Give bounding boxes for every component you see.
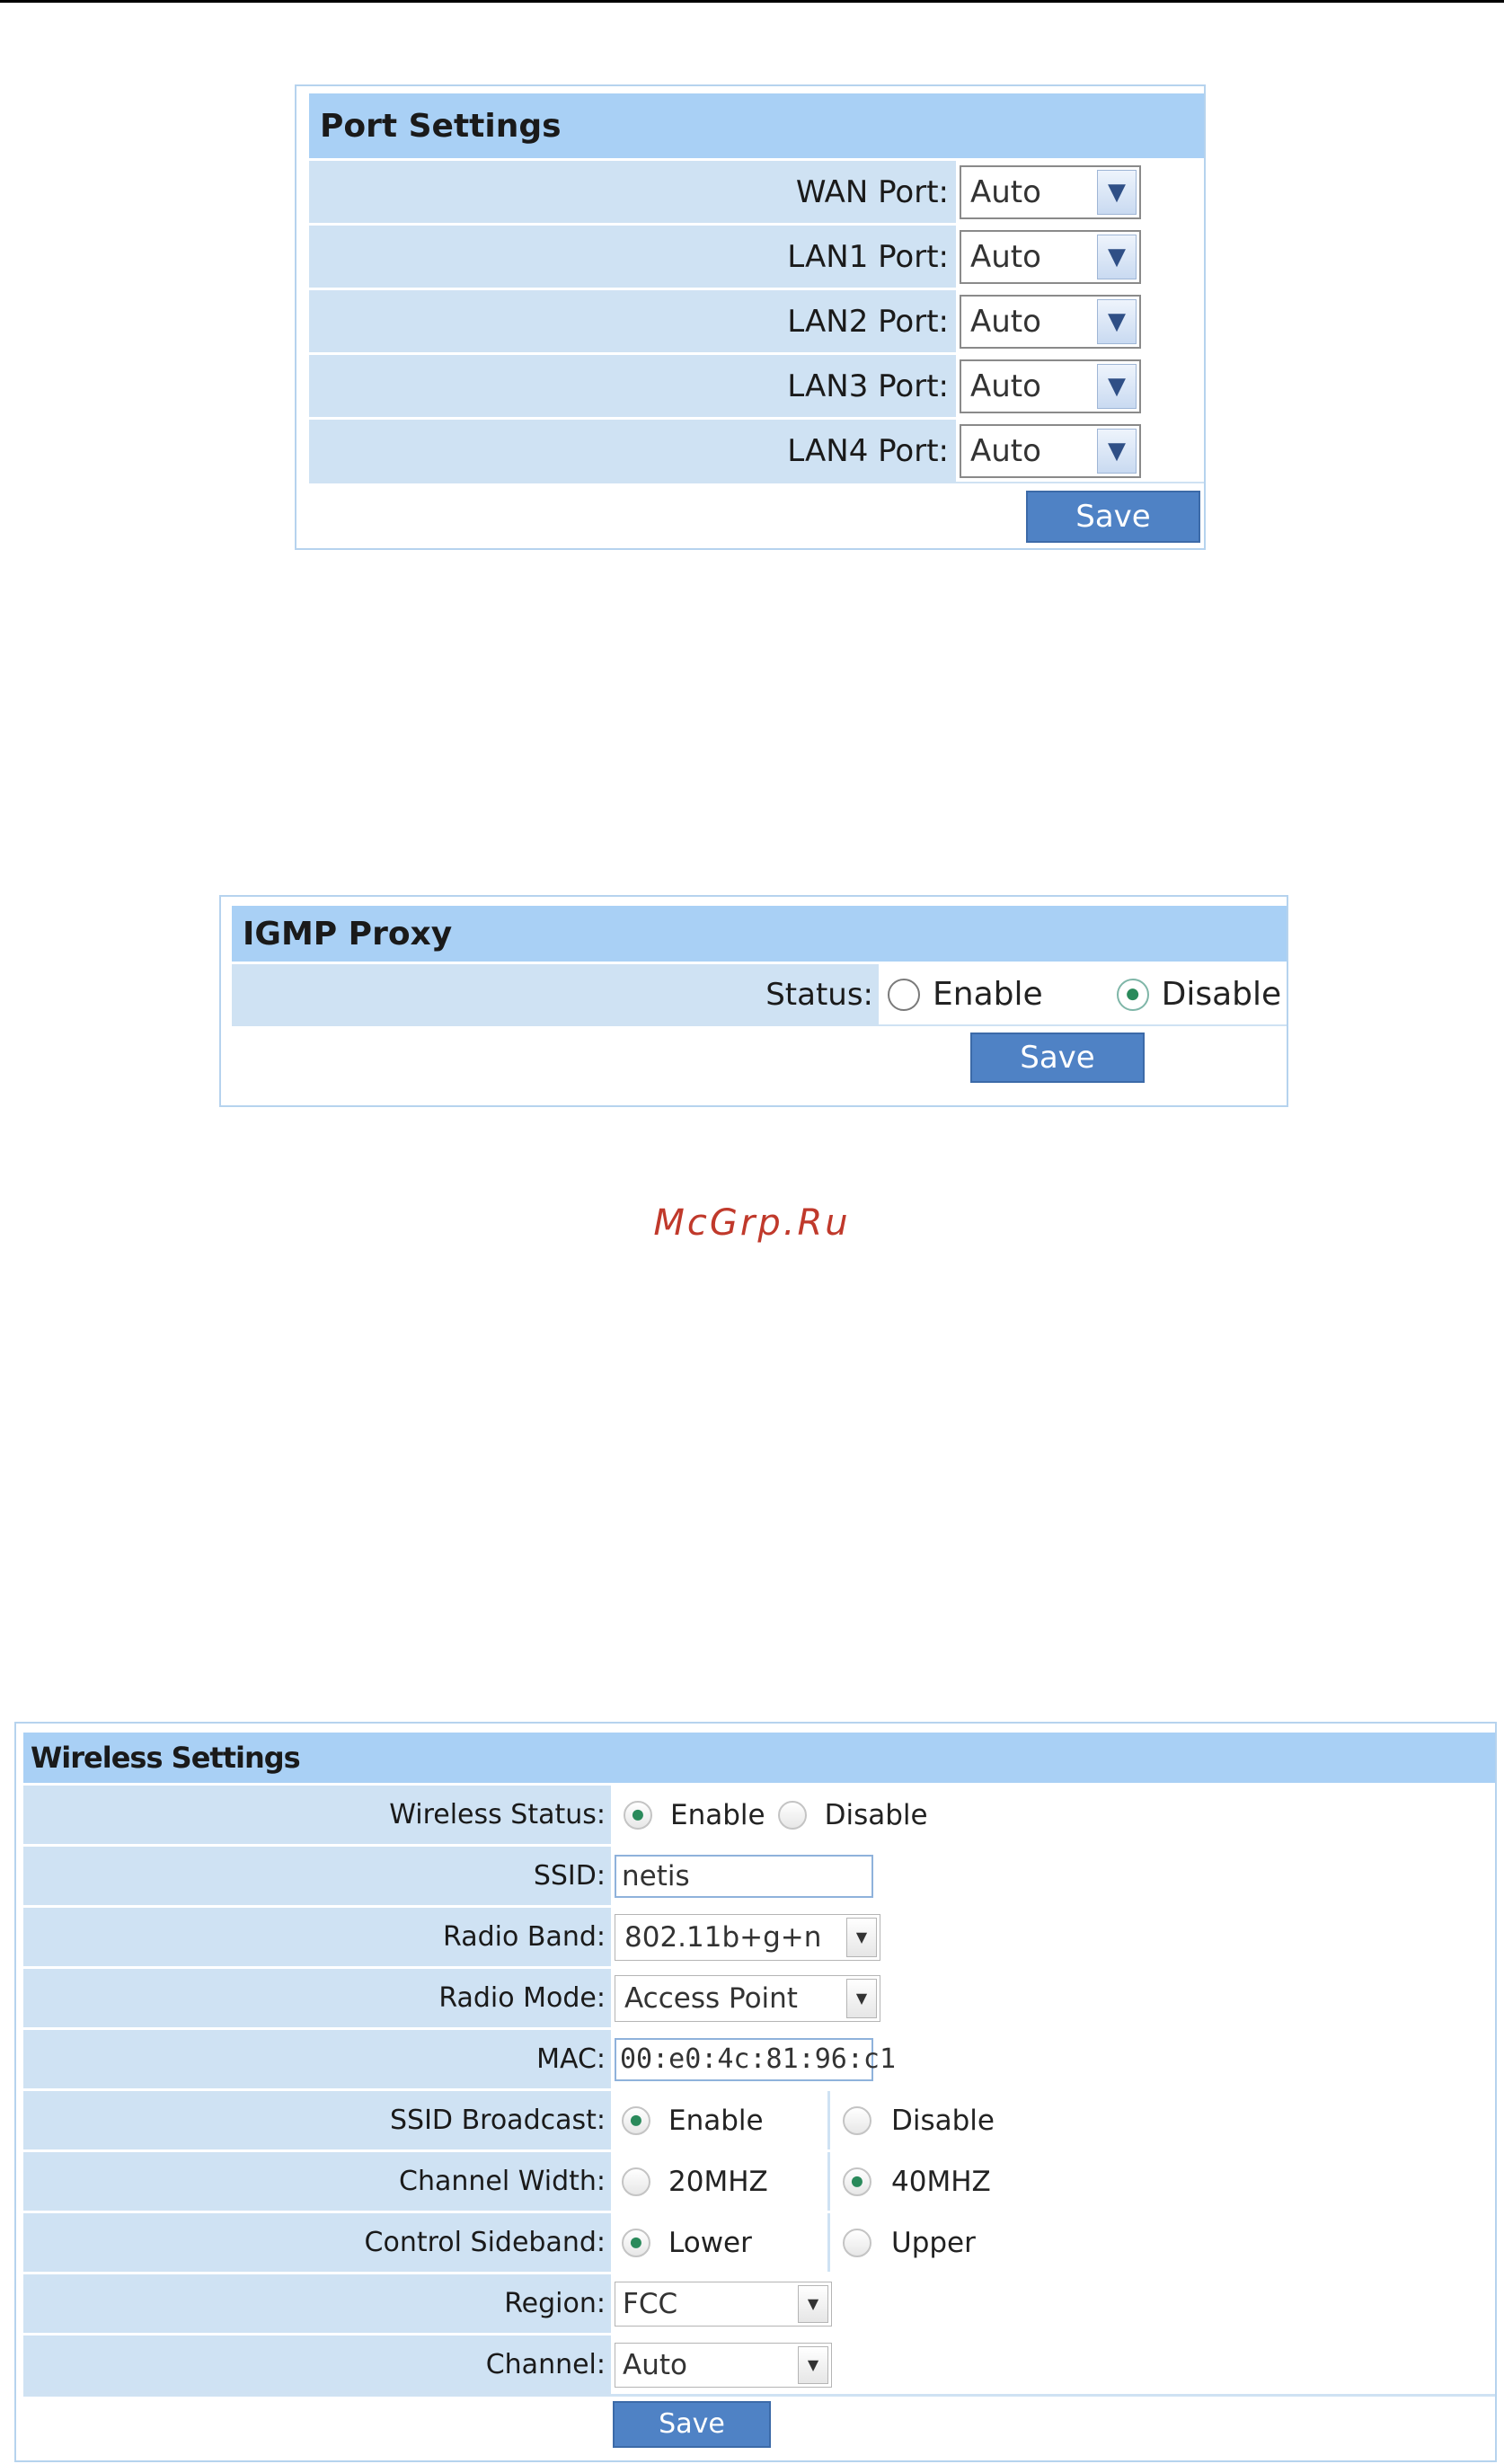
ssid-broadcast-row: SSID Broadcast: Enable Disable	[23, 2088, 1495, 2149]
channel-label: Channel:	[23, 2335, 611, 2394]
port-row-label: WAN Port:	[309, 161, 956, 223]
wireless-disable-radio[interactable]	[777, 1800, 807, 1830]
control-sideband-row: Control Sideband: Lower Upper	[23, 2211, 1495, 2272]
radio-mode-select[interactable]: Access Point ▼	[615, 1974, 880, 2022]
port-save-row: Save	[309, 482, 1204, 550]
chevron-down-icon[interactable]: ▼	[846, 1978, 877, 2018]
wireless-settings-panel: Wireless Settings Wireless Status: Enabl…	[14, 1722, 1497, 2462]
top-rule	[0, 0, 1504, 3]
igmp-status-label: Status:	[232, 964, 879, 1024]
port-settings-title: Port Settings	[309, 93, 1204, 158]
channel-row: Channel: Auto ▼	[23, 2333, 1495, 2394]
watermark-text: McGrp.Ru	[653, 1202, 851, 1244]
igmp-status-row: Status: Enable Disable	[232, 962, 1287, 1024]
igmp-disable-radio[interactable]	[1116, 978, 1149, 1011]
channel-width-40-radio[interactable]	[843, 2167, 871, 2196]
mac-label: MAC:	[23, 2030, 611, 2088]
chevron-down-icon[interactable]: ▼	[1097, 298, 1137, 344]
port-save-button[interactable]: Save	[1026, 491, 1200, 543]
igmp-save-row: Save	[232, 1024, 1287, 1089]
radio-mode-row: Radio Mode: Access Point ▼	[23, 1966, 1495, 2027]
channel-select[interactable]: Auto ▼	[615, 2342, 832, 2388]
channel-width-label: Channel Width:	[23, 2152, 611, 2211]
port-row-lan3: LAN3 Port: Auto ▼	[309, 352, 1204, 417]
wireless-save-row: Save	[23, 2394, 1495, 2451]
port-row-lan2: LAN2 Port: Auto ▼	[309, 288, 1204, 352]
wireless-enable-radio[interactable]	[624, 1800, 652, 1830]
wireless-save-button[interactable]: Save	[613, 2400, 771, 2448]
port-settings-panel: Port Settings WAN Port: Auto ▼ LAN1 Port…	[295, 84, 1206, 550]
channel-width-20-radio[interactable]	[622, 2167, 650, 2196]
port-row-label: LAN3 Port:	[309, 355, 956, 417]
ssid-input[interactable]: netis	[615, 1854, 873, 1898]
igmp-proxy-panel: IGMP Proxy Status: Enable Disable Save	[219, 895, 1288, 1107]
igmp-proxy-title: IGMP Proxy	[232, 906, 1287, 962]
igmp-disable-label: Disable	[1161, 976, 1282, 1013]
mac-input[interactable]: 00:e0:4c:81:96:c1	[615, 2037, 896, 2081]
control-sideband-label: Control Sideband:	[23, 2213, 611, 2272]
chevron-down-icon[interactable]: ▼	[1097, 234, 1137, 279]
lan2-port-select[interactable]: Auto ▼	[960, 294, 1141, 349]
chevron-down-icon[interactable]: ▼	[1097, 428, 1137, 474]
lan1-port-select[interactable]: Auto ▼	[960, 229, 1141, 284]
wan-port-select[interactable]: Auto ▼	[960, 164, 1141, 219]
igmp-save-button[interactable]: Save	[970, 1033, 1145, 1083]
port-settings-title-text: Port Settings	[320, 107, 562, 145]
sideband-lower-radio[interactable]	[622, 2228, 650, 2257]
region-label: Region:	[23, 2274, 611, 2333]
port-row-label: LAN1 Port:	[309, 226, 956, 288]
chevron-down-icon[interactable]: ▼	[1097, 363, 1137, 409]
port-row-label: LAN4 Port:	[309, 420, 956, 482]
lan4-port-select[interactable]: Auto ▼	[960, 423, 1141, 478]
wireless-settings-title: Wireless Settings	[23, 1733, 1495, 1783]
port-row-wan: WAN Port: Auto ▼	[309, 158, 1204, 223]
radio-band-select[interactable]: 802.11b+g+n ▼	[615, 1913, 880, 1961]
sideband-upper-radio[interactable]	[843, 2228, 871, 2257]
wireless-status-row: Wireless Status: Enable Disable	[23, 1783, 1495, 1844]
wireless-status-label: Wireless Status:	[23, 1786, 611, 1844]
ssid-row: SSID: netis	[23, 1844, 1495, 1905]
region-select[interactable]: FCC ▼	[615, 2281, 832, 2327]
port-row-lan4: LAN4 Port: Auto ▼	[309, 417, 1204, 482]
igmp-enable-label: Enable	[933, 976, 1043, 1013]
ssid-broadcast-disable-radio[interactable]	[843, 2105, 871, 2135]
radio-mode-label: Radio Mode:	[23, 1969, 611, 2027]
lan3-port-select[interactable]: Auto ▼	[960, 359, 1141, 413]
mac-row: MAC: 00:e0:4c:81:96:c1	[23, 2027, 1495, 2088]
chevron-down-icon[interactable]: ▼	[798, 2345, 828, 2384]
chevron-down-icon[interactable]: ▼	[1097, 169, 1137, 215]
igmp-enable-radio[interactable]	[888, 978, 920, 1011]
chevron-down-icon[interactable]: ▼	[798, 2284, 828, 2323]
port-row-label: LAN2 Port:	[309, 290, 956, 352]
ssid-broadcast-label: SSID Broadcast:	[23, 2091, 611, 2149]
radio-band-row: Radio Band: 802.11b+g+n ▼	[23, 1905, 1495, 1966]
ssid-broadcast-enable-radio[interactable]	[622, 2105, 650, 2135]
port-row-lan1: LAN1 Port: Auto ▼	[309, 223, 1204, 288]
region-row: Region: FCC ▼	[23, 2272, 1495, 2333]
radio-band-label: Radio Band:	[23, 1908, 611, 1966]
chevron-down-icon[interactable]: ▼	[846, 1917, 877, 1957]
ssid-label: SSID:	[23, 1847, 611, 1905]
channel-width-row: Channel Width: 20MHZ 40MHZ	[23, 2149, 1495, 2211]
